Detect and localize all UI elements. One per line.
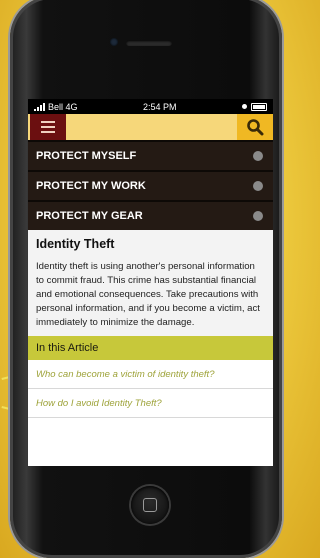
- search-icon: [247, 119, 264, 136]
- article-section: Identity Theft Identity theft is using a…: [28, 230, 273, 336]
- app-header: [28, 114, 273, 140]
- toc-link[interactable]: How do I avoid Identity Theft?: [28, 389, 273, 418]
- status-bar: Bell 4G 2:54 PM: [28, 99, 273, 114]
- article-body: Identity theft is using another's person…: [36, 261, 260, 328]
- nav-item-label: PROTECT MY GEAR: [36, 210, 143, 222]
- expand-dot-icon: [253, 181, 263, 191]
- expand-dot-icon: [253, 151, 263, 161]
- hamburger-menu-icon: [41, 121, 55, 123]
- app-screen: Bell 4G 2:54 PM PROTECT MYSELF PROTECT M…: [28, 99, 273, 466]
- nav-item-label: PROTECT MY WORK: [36, 180, 146, 192]
- nav-item-protect-my-gear[interactable]: PROTECT MY GEAR: [28, 200, 273, 230]
- signal-icon: [34, 102, 45, 111]
- carrier-label: Bell 4G: [48, 101, 78, 112]
- expand-dot-icon: [253, 211, 263, 221]
- home-button[interactable]: [131, 486, 169, 524]
- article-title: Identity Theft: [36, 237, 115, 251]
- menu-button[interactable]: [30, 114, 66, 140]
- toc-header: In this Article: [28, 336, 273, 360]
- toc-link[interactable]: Who can become a victim of identity thef…: [28, 360, 273, 389]
- nav-item-label: PROTECT MYSELF: [36, 150, 137, 162]
- nav-item-protect-myself[interactable]: PROTECT MYSELF: [28, 140, 273, 170]
- orientation-lock-icon: [241, 104, 247, 109]
- clock: 2:54 PM: [142, 101, 177, 112]
- earpiece-speaker: [126, 40, 172, 46]
- search-button[interactable]: [237, 114, 273, 140]
- battery-icon: [250, 102, 267, 111]
- front-camera: [110, 38, 118, 46]
- home-square-icon: [143, 498, 157, 512]
- nav-item-protect-my-work[interactable]: PROTECT MY WORK: [28, 170, 273, 200]
